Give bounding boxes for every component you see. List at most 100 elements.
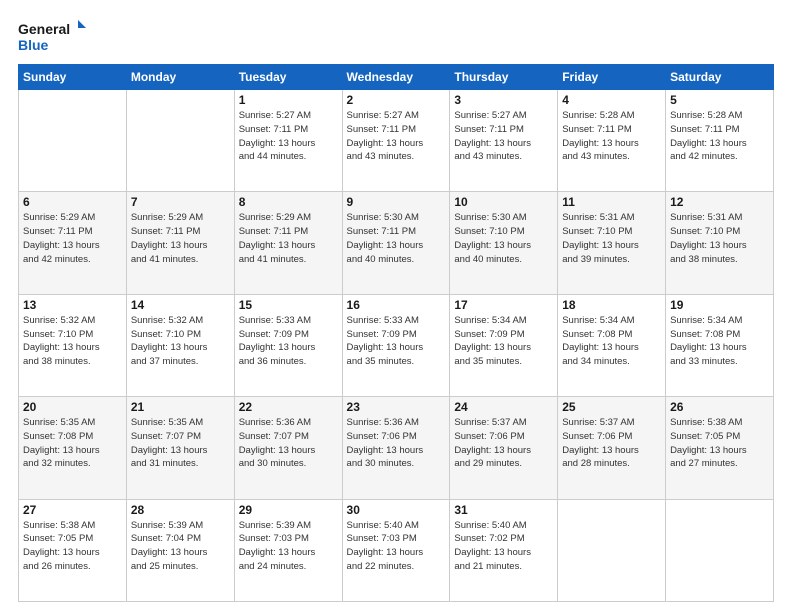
day-number: 16	[347, 298, 446, 312]
header: General Blue	[18, 18, 774, 54]
table-row: 28Sunrise: 5:39 AM Sunset: 7:04 PM Dayli…	[126, 499, 234, 601]
day-number: 8	[239, 195, 338, 209]
col-monday: Monday	[126, 65, 234, 90]
logo: General Blue	[18, 18, 88, 54]
day-number: 27	[23, 503, 122, 517]
table-row: 5Sunrise: 5:28 AM Sunset: 7:11 PM Daylig…	[666, 90, 774, 192]
day-number: 12	[670, 195, 769, 209]
day-info: Sunrise: 5:37 AM Sunset: 7:06 PM Dayligh…	[454, 416, 553, 471]
day-info: Sunrise: 5:35 AM Sunset: 7:08 PM Dayligh…	[23, 416, 122, 471]
day-number: 1	[239, 93, 338, 107]
day-info: Sunrise: 5:31 AM Sunset: 7:10 PM Dayligh…	[562, 211, 661, 266]
table-row: 25 Sunrise: 5:37 AM Sunset: 7:06 PM Dayli…	[558, 397, 666, 499]
day-info: Sunrise: 5:36 AM Sunset: 7:07 PM Dayligh…	[239, 416, 338, 471]
day-info: Sunrise: 5:30 AM Sunset: 7:10 PM Dayligh…	[454, 211, 553, 266]
day-number: 23	[347, 400, 446, 414]
day-info: Sunrise: 5:27 AM Sunset: 7:11 PM Dayligh…	[239, 109, 338, 164]
table-row: 30 Sunrise: 5:40 AM Sunset: 7:03 PM Dayli…	[342, 499, 450, 601]
table-row: 7 Sunrise: 5:29 AM Sunset: 7:11 PM Daylig…	[126, 192, 234, 294]
page: General Blue Sunday Monday Tuesday Wedne…	[0, 0, 792, 612]
calendar-table: Sunday Monday Tuesday Wednesday Thursday…	[18, 64, 774, 602]
day-number: 11	[562, 195, 661, 209]
day-info: Sunrise: 5:31 AM Sunset: 7:10 PM Dayligh…	[670, 211, 769, 266]
table-row: 15 Sunrise: 5:33 AM Sunset: 7:09 PM Dayli…	[234, 294, 342, 396]
calendar-week-row: 6 Sunrise: 5:29 AM Sunset: 7:11 PM Daylig…	[19, 192, 774, 294]
day-number: 26	[670, 400, 769, 414]
day-number: 4	[562, 93, 661, 107]
day-info: Sunrise: 5:38 AM Sunset: 7:05 PM Dayligh…	[23, 519, 122, 574]
table-row: 23 Sunrise: 5:36 AM Sunset: 7:06 PM Dayli…	[342, 397, 450, 499]
table-row: 18Sunrise: 5:34 AM Sunset: 7:08 PM Dayli…	[558, 294, 666, 396]
day-info: Sunrise: 5:38 AM Sunset: 7:05 PM Dayligh…	[670, 416, 769, 471]
col-thursday: Thursday	[450, 65, 558, 90]
col-wednesday: Wednesday	[342, 65, 450, 90]
day-number: 6	[23, 195, 122, 209]
table-row: 12 Sunrise: 5:31 AM Sunset: 7:10 PM Dayli…	[666, 192, 774, 294]
day-info: Sunrise: 5:32 AM Sunset: 7:10 PM Dayligh…	[131, 314, 230, 369]
table-row: 9 Sunrise: 5:30 AM Sunset: 7:11 PM Daylig…	[342, 192, 450, 294]
day-info: Sunrise: 5:36 AM Sunset: 7:06 PM Dayligh…	[347, 416, 446, 471]
calendar-week-row: 27 Sunrise: 5:38 AM Sunset: 7:05 PM Dayli…	[19, 499, 774, 601]
day-info: Sunrise: 5:37 AM Sunset: 7:06 PM Dayligh…	[562, 416, 661, 471]
table-row: 26 Sunrise: 5:38 AM Sunset: 7:05 PM Dayli…	[666, 397, 774, 499]
day-number: 20	[23, 400, 122, 414]
day-info: Sunrise: 5:27 AM Sunset: 7:11 PM Dayligh…	[454, 109, 553, 164]
col-tuesday: Tuesday	[234, 65, 342, 90]
day-number: 14	[131, 298, 230, 312]
day-info: Sunrise: 5:33 AM Sunset: 7:09 PM Dayligh…	[239, 314, 338, 369]
calendar-header-row: Sunday Monday Tuesday Wednesday Thursday…	[19, 65, 774, 90]
calendar-week-row: 20 Sunrise: 5:35 AM Sunset: 7:08 PM Dayli…	[19, 397, 774, 499]
day-number: 29	[239, 503, 338, 517]
day-number: 21	[131, 400, 230, 414]
day-info: Sunrise: 5:32 AM Sunset: 7:10 PM Dayligh…	[23, 314, 122, 369]
table-row: 1 Sunrise: 5:27 AM Sunset: 7:11 PM Daylig…	[234, 90, 342, 192]
day-number: 18	[562, 298, 661, 312]
day-info: Sunrise: 5:39 AM Sunset: 7:04 PM Dayligh…	[131, 519, 230, 574]
col-friday: Friday	[558, 65, 666, 90]
day-number: 24	[454, 400, 553, 414]
day-number: 9	[347, 195, 446, 209]
day-info: Sunrise: 5:29 AM Sunset: 7:11 PM Dayligh…	[131, 211, 230, 266]
day-info: Sunrise: 5:28 AM Sunset: 7:11 PM Dayligh…	[562, 109, 661, 164]
table-row: 2 Sunrise: 5:27 AM Sunset: 7:11 PM Daylig…	[342, 90, 450, 192]
table-row: 31Sunrise: 5:40 AM Sunset: 7:02 PM Dayli…	[450, 499, 558, 601]
day-number: 22	[239, 400, 338, 414]
day-info: Sunrise: 5:35 AM Sunset: 7:07 PM Dayligh…	[131, 416, 230, 471]
day-number: 25	[562, 400, 661, 414]
table-row	[558, 499, 666, 601]
table-row: 8 Sunrise: 5:29 AM Sunset: 7:11 PM Daylig…	[234, 192, 342, 294]
day-number: 19	[670, 298, 769, 312]
table-row: 13 Sunrise: 5:32 AM Sunset: 7:10 PM Dayli…	[19, 294, 127, 396]
day-info: Sunrise: 5:28 AM Sunset: 7:11 PM Dayligh…	[670, 109, 769, 164]
day-number: 2	[347, 93, 446, 107]
col-saturday: Saturday	[666, 65, 774, 90]
table-row: 29 Sunrise: 5:39 AM Sunset: 7:03 PM Dayli…	[234, 499, 342, 601]
table-row: 10Sunrise: 5:30 AM Sunset: 7:10 PM Dayli…	[450, 192, 558, 294]
calendar-week-row: 13 Sunrise: 5:32 AM Sunset: 7:10 PM Dayli…	[19, 294, 774, 396]
svg-text:Blue: Blue	[18, 37, 49, 53]
table-row: 14 Sunrise: 5:32 AM Sunset: 7:10 PM Dayli…	[126, 294, 234, 396]
table-row	[19, 90, 127, 192]
day-info: Sunrise: 5:40 AM Sunset: 7:03 PM Dayligh…	[347, 519, 446, 574]
day-info: Sunrise: 5:30 AM Sunset: 7:11 PM Dayligh…	[347, 211, 446, 266]
day-number: 15	[239, 298, 338, 312]
table-row: 17Sunrise: 5:34 AM Sunset: 7:09 PM Dayli…	[450, 294, 558, 396]
table-row: 6 Sunrise: 5:29 AM Sunset: 7:11 PM Daylig…	[19, 192, 127, 294]
table-row: 19Sunrise: 5:34 AM Sunset: 7:08 PM Dayli…	[666, 294, 774, 396]
day-number: 17	[454, 298, 553, 312]
calendar-week-row: 1 Sunrise: 5:27 AM Sunset: 7:11 PM Daylig…	[19, 90, 774, 192]
table-row	[126, 90, 234, 192]
day-number: 30	[347, 503, 446, 517]
day-info: Sunrise: 5:29 AM Sunset: 7:11 PM Dayligh…	[23, 211, 122, 266]
day-number: 7	[131, 195, 230, 209]
day-info: Sunrise: 5:33 AM Sunset: 7:09 PM Dayligh…	[347, 314, 446, 369]
day-number: 13	[23, 298, 122, 312]
table-row: 27 Sunrise: 5:38 AM Sunset: 7:05 PM Dayli…	[19, 499, 127, 601]
day-info: Sunrise: 5:27 AM Sunset: 7:11 PM Dayligh…	[347, 109, 446, 164]
table-row: 4 Sunrise: 5:28 AM Sunset: 7:11 PM Daylig…	[558, 90, 666, 192]
table-row: 11 Sunrise: 5:31 AM Sunset: 7:10 PM Dayli…	[558, 192, 666, 294]
col-sunday: Sunday	[19, 65, 127, 90]
logo-icon: General Blue	[18, 18, 88, 54]
day-info: Sunrise: 5:39 AM Sunset: 7:03 PM Dayligh…	[239, 519, 338, 574]
day-info: Sunrise: 5:29 AM Sunset: 7:11 PM Dayligh…	[239, 211, 338, 266]
